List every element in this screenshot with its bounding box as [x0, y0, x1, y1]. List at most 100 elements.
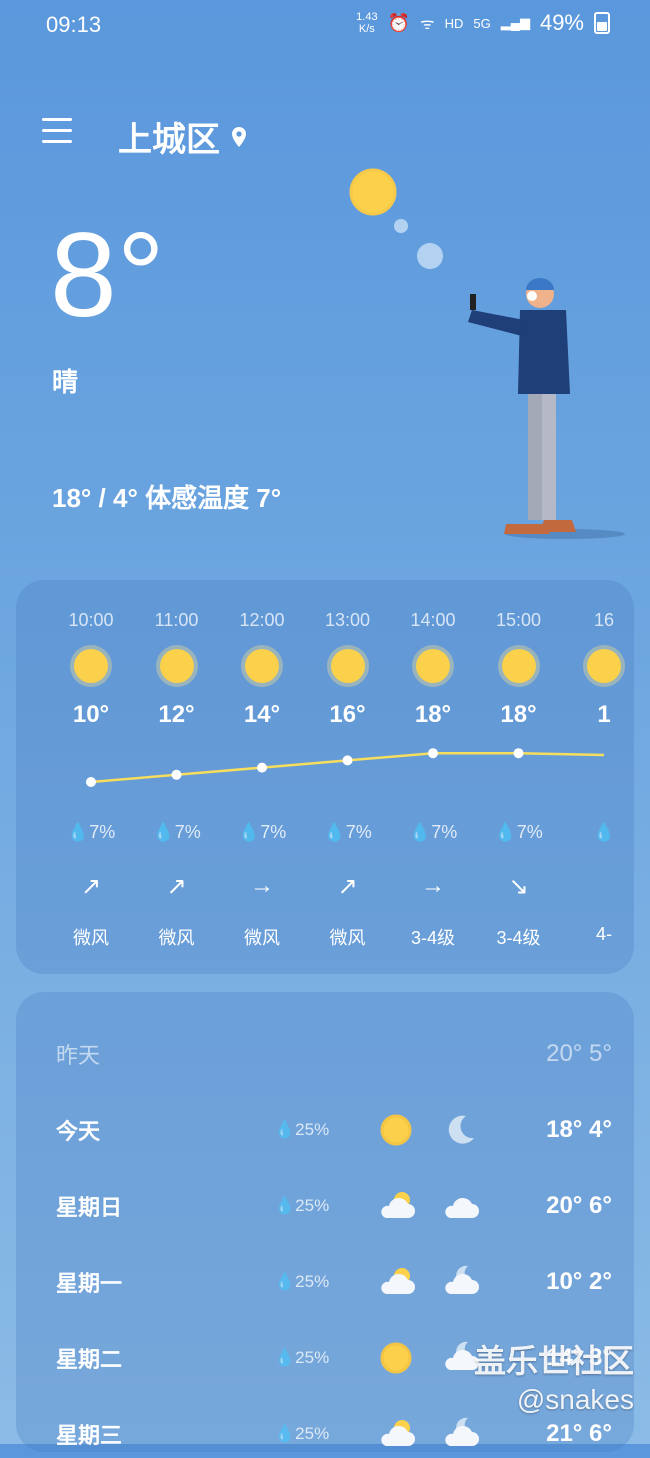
current-condition: 晴	[52, 367, 79, 397]
sun-icon	[416, 649, 450, 683]
sun-cloud-icon	[381, 1268, 415, 1294]
hour-rain: 💧7%	[323, 822, 372, 842]
raindrop-icon: 💧	[592, 822, 616, 842]
day-rain: 💧25%	[274, 1424, 330, 1443]
hour-temp: 16°	[329, 701, 366, 728]
watermark-user: @snakes	[516, 1384, 634, 1415]
hour-time: 10:00	[68, 610, 114, 630]
hour-time: 12:00	[239, 610, 285, 630]
wind-direction-icon: →	[421, 872, 445, 899]
weather-illustration	[349, 168, 625, 539]
temp-point	[513, 748, 524, 759]
hour-temp: 12°	[158, 701, 195, 728]
hour-rain: 💧	[561, 822, 647, 843]
day-row[interactable]: 昨天 20° 5°	[56, 1030, 612, 1078]
hour-column: 14:00 18°	[390, 610, 476, 729]
sun-cloud-icon	[381, 1420, 415, 1446]
day-label: 星期日	[56, 1195, 123, 1220]
hour-temp: 14°	[243, 701, 281, 728]
temp-point	[171, 769, 182, 780]
day-temps: 20° 6°	[546, 1192, 612, 1219]
hour-time: 14:00	[410, 610, 456, 630]
day-rain: 💧25%	[274, 1120, 330, 1139]
day-label: 昨天	[56, 1043, 101, 1068]
cloud-icon	[445, 1197, 479, 1218]
wind-level: 微风	[73, 928, 109, 948]
temp-point	[428, 748, 438, 759]
raindrop-icon: 💧	[323, 822, 346, 842]
sun-icon	[245, 649, 279, 683]
sun-icon	[74, 649, 108, 683]
hour-time: 11:00	[154, 610, 199, 630]
location-pin-icon	[232, 126, 246, 147]
sun-icon	[330, 649, 365, 683]
raindrop-icon: 💧	[274, 1196, 296, 1215]
daily-forecast-card[interactable]: 昨天 20° 5° 今天 💧25% 18° 4° 星期日 💧25% 20° 6° 星期一 💧25%…	[16, 992, 634, 1452]
wind-level: 微风	[329, 928, 366, 948]
temp-point	[342, 755, 353, 766]
wind-level: 微风	[158, 928, 195, 948]
hd-label: HD	[444, 15, 464, 31]
status-icons: 1.43 K/s ⏰ ᯤ HD 5G ▂▄▆ 49%	[356, 10, 610, 36]
day-rain: 💧25%	[274, 1196, 330, 1215]
battery-percent: 49%	[539, 10, 584, 35]
watermark-community: 盖乐世社区	[473, 1343, 634, 1379]
day-temps: 10° 2°	[546, 1268, 612, 1295]
raindrop-icon: 💧	[274, 1348, 296, 1367]
day-row[interactable]: 星期三 💧25% 21° 6°	[56, 1410, 612, 1458]
hour-rain: 💧7%	[494, 822, 543, 842]
wind-direction-icon: →	[250, 872, 274, 899]
wind-level: 微风	[244, 928, 280, 948]
sun-icon	[159, 649, 194, 683]
raindrop-icon: 💧	[237, 822, 261, 842]
day-row[interactable]: 星期一 💧25% 10° 2°	[56, 1258, 612, 1306]
hour-temp: 10°	[72, 701, 110, 728]
hourly-forecast-card[interactable]: 10:00 10° 💧7% ↗ 微风 11:00 12° 💧7% ↗ 微风 12:00 14° 💧7% →…	[16, 580, 634, 974]
clock: 09:13	[46, 12, 102, 37]
sun-icon	[380, 1114, 412, 1146]
hour-column: 15:00 18°	[476, 610, 562, 729]
hour-column: 12:00 14°	[219, 610, 305, 729]
raindrop-icon: 💧	[408, 822, 432, 842]
wifi-icon: ᯤ	[420, 16, 435, 33]
hour-rain: 💧7%	[152, 822, 201, 842]
day-temps: 20° 5°	[546, 1040, 612, 1067]
hour-column: 10:00 10°	[48, 610, 134, 729]
moon-cloud-icon	[445, 1265, 479, 1294]
hour-time: 15:00	[495, 610, 542, 630]
city-title[interactable]: 上城区	[118, 112, 248, 161]
signal-label: 5G	[473, 15, 491, 31]
sun-cloud-icon	[381, 1192, 415, 1218]
wind-direction-icon: ↘	[508, 873, 529, 900]
wind-level: 3-4级	[410, 928, 455, 948]
hour-temp: 18°	[500, 701, 537, 728]
hour-temp: 18°	[414, 701, 452, 728]
day-row[interactable]: 今天 💧25% 18° 4°	[56, 1106, 612, 1154]
hour-rain: 💧7%	[237, 822, 287, 842]
hour-rain: 💧7%	[408, 822, 458, 842]
raindrop-icon: 💧	[274, 1272, 296, 1291]
wind-direction-icon: ↗	[80, 873, 102, 900]
signal-icon: ▂▄▆	[500, 15, 530, 30]
wind-level: 3-4级	[496, 928, 541, 948]
hour-time: 16	[593, 610, 615, 630]
hour-column: 16 1	[561, 610, 647, 729]
hour-rain: 💧7%	[66, 822, 116, 842]
alarm-icon: ⏰	[387, 12, 410, 33]
temp-range-feels-like: 18° / 4° 体感温度 7°	[52, 483, 282, 513]
moon-icon	[448, 1115, 474, 1144]
hour-time: 13:00	[324, 610, 371, 630]
wind-direction-icon: ↗	[337, 873, 358, 900]
day-label: 今天	[56, 1119, 101, 1144]
day-label: 星期一	[56, 1271, 123, 1296]
raindrop-icon: 💧	[66, 822, 90, 842]
day-temps: 18° 4°	[546, 1116, 612, 1143]
day-row[interactable]: 星期日 💧25% 20° 6°	[56, 1182, 612, 1230]
hour-column: 11:00 12°	[134, 610, 220, 729]
day-label: 星期三	[56, 1423, 123, 1448]
day-rain: 💧25%	[274, 1348, 330, 1367]
battery-icon	[594, 12, 610, 34]
moon-cloud-icon	[445, 1417, 479, 1446]
menu-icon[interactable]	[42, 118, 72, 144]
sun-icon	[587, 649, 621, 683]
